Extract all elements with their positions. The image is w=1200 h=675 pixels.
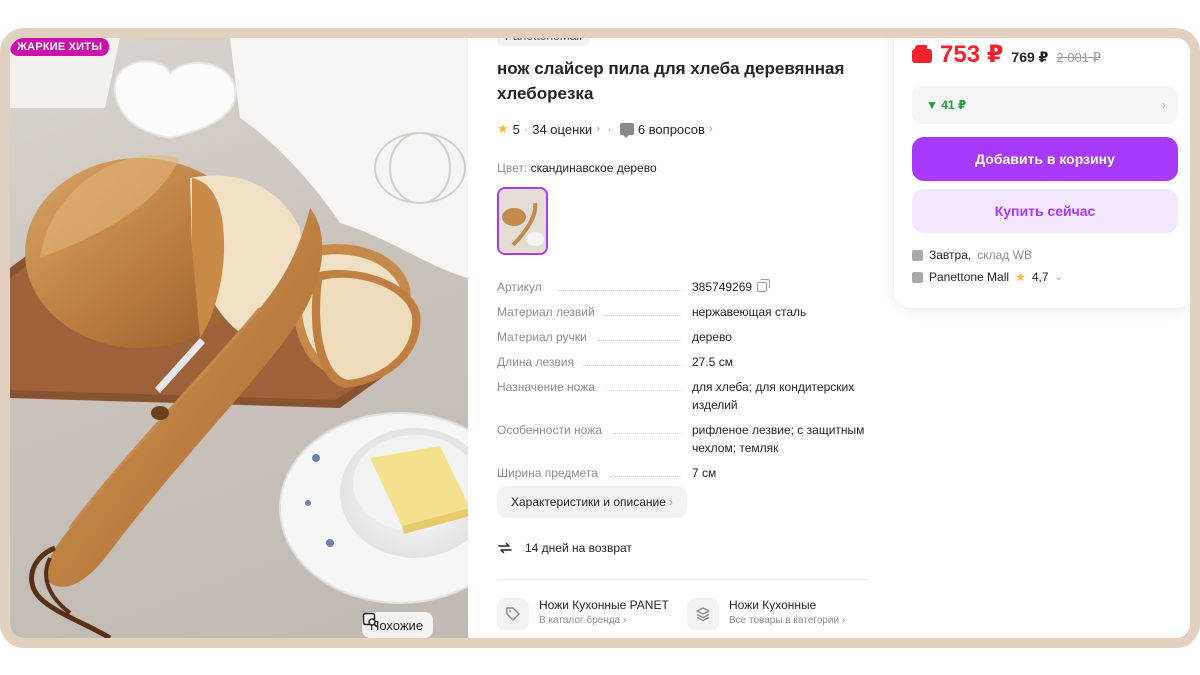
chevron-right-icon: ›	[841, 615, 846, 626]
color-swatch-thumbnail[interactable]	[497, 187, 548, 255]
color-value: скандинавское дерево	[530, 161, 657, 175]
wallet-icon	[912, 49, 932, 63]
brand-catalog-link[interactable]: Ножи Кухонные PANET В каталог бренда ›	[497, 598, 674, 630]
characteristics-button[interactable]: Характеристики и описание ›	[497, 486, 687, 518]
warehouse-icon	[912, 249, 923, 261]
spec-key: Материал лезвий	[497, 305, 595, 319]
spec-value: 7 см	[692, 466, 717, 480]
swatch-thumbnail-image	[499, 189, 546, 253]
question-bubble-icon	[619, 123, 634, 138]
current-price: 753 ₽	[940, 41, 1004, 68]
spec-value: для хлеба; для кондитерских изделий	[692, 380, 855, 412]
chevron-right-icon: ›	[1162, 98, 1166, 112]
chevron-right-icon: ›	[596, 123, 600, 135]
product-info: PanettoneMall нож слайсер пила для хлеба…	[497, 38, 869, 638]
spec-dots	[614, 433, 682, 434]
seller-name: Panettone Mall	[929, 270, 1010, 284]
category-title: Ножи Кухонные	[729, 598, 817, 612]
separator-dot: ·	[523, 121, 529, 137]
rating-value: 5	[512, 121, 520, 137]
color-line: Цвет: скандинавское дерево	[497, 161, 657, 175]
spec-dots	[598, 340, 682, 341]
spec-key: Артикул	[497, 280, 542, 294]
price-row: 753 ₽ 769 ₽ 2 001 ₽	[912, 40, 1101, 69]
spec-key: Длина лезвия	[497, 355, 574, 369]
characteristics-label: Характеристики и описание	[511, 495, 666, 509]
warehouse-name: склад WB	[977, 248, 1032, 262]
product-title: нож слайсер пила для хлеба деревянная хл…	[497, 56, 869, 106]
price-drop-label: ▼ 41 ₽	[926, 98, 967, 112]
brand-catalog-title: Ножи Кухонные PANET	[539, 598, 669, 612]
price-card: 753 ₽ 769 ₽ 2 001 ₽ ▼ 41 ₽ › Добавить в …	[894, 38, 1190, 308]
image-search-icon	[362, 612, 378, 628]
category-subtitle: Все товары в категории	[729, 615, 840, 626]
refresh-arrows-icon	[498, 542, 512, 554]
spec-value: рифленое лезвие; с защитным чехлом; темл…	[692, 423, 865, 455]
chevron-right-icon: ›	[708, 123, 713, 135]
chevron-right-icon: ›	[622, 615, 627, 626]
brand-chip[interactable]: PanettoneMall	[497, 38, 590, 46]
spec-key: Ширина предмета	[497, 466, 598, 480]
return-policy-label: 14 дней на возврат	[525, 541, 632, 555]
star-icon: ★	[1015, 270, 1026, 284]
copy-icon[interactable]	[757, 279, 771, 292]
layers-icon	[687, 598, 719, 630]
spec-key: Особенности ножа	[497, 423, 602, 437]
spec-dots	[583, 365, 682, 366]
star-icon: ★	[497, 121, 509, 136]
old-price: 2 001 ₽	[1056, 50, 1101, 65]
price-history-button[interactable]: ▼ 41 ₽ ›	[912, 86, 1178, 124]
product-title-line1: нож слайсер пила для хлеба деревянная	[497, 59, 845, 78]
bread-knife-photo	[10, 38, 468, 638]
delivery-date: Завтра,	[929, 248, 972, 262]
seller-rating: 4,7	[1031, 270, 1049, 284]
spec-key: Материал ручки	[497, 330, 587, 344]
return-policy: 14 дней на возврат	[497, 540, 632, 556]
spec-value: нержавеющая сталь	[692, 305, 807, 319]
similar-button[interactable]: Похожие	[362, 612, 434, 638]
delivery-info: Завтра, склад WB	[912, 248, 1032, 262]
divider	[497, 579, 869, 580]
spec-value: 27.5 см	[692, 355, 733, 369]
page-frame: ЖАРКИЕ ХИТЫ Похожие PanettoneMall нож сл…	[0, 28, 1200, 648]
chevron-down-icon: ⌄	[1054, 271, 1063, 283]
spec-value: дерево	[692, 330, 732, 344]
brand-catalog-subtitle: В каталог бренда	[539, 615, 621, 626]
spec-dots	[610, 476, 682, 477]
color-label: Цвет:	[497, 161, 528, 175]
chevron-right-icon: ›	[668, 495, 673, 509]
price-without-wallet: 769 ₽	[1011, 49, 1049, 65]
spec-dots	[607, 390, 682, 391]
reviews-link[interactable]: 34 оценки	[532, 122, 592, 137]
add-to-cart-button[interactable]: Добавить в корзину	[912, 137, 1178, 181]
separator-dot: ·	[603, 121, 612, 137]
product-photo[interactable]: ЖАРКИЕ ХИТЫ Похожие	[10, 38, 468, 638]
article-number: 385749269	[692, 280, 753, 294]
spec-value: 385749269	[692, 278, 869, 296]
questions-link[interactable]: 6 вопросов	[638, 122, 705, 137]
product-title-line2: хлеборезка	[497, 84, 594, 103]
seller-info[interactable]: Panettone Mall ★ 4,7 ⌄	[912, 270, 1063, 284]
store-icon	[912, 271, 923, 283]
tag-icon	[497, 598, 529, 630]
spec-dots	[604, 315, 682, 316]
hot-hits-badge: ЖАРКИЕ ХИТЫ	[10, 38, 110, 56]
spec-dots	[557, 290, 682, 291]
category-link[interactable]: Ножи Кухонные Все товары в категории ›	[687, 598, 864, 630]
buy-now-button[interactable]: Купить сейчас	[912, 189, 1178, 233]
rating-row: ★ 5 · 34 оценки › · 6 вопросов ›	[497, 121, 713, 138]
spec-key: Назначение ножа	[497, 380, 595, 394]
